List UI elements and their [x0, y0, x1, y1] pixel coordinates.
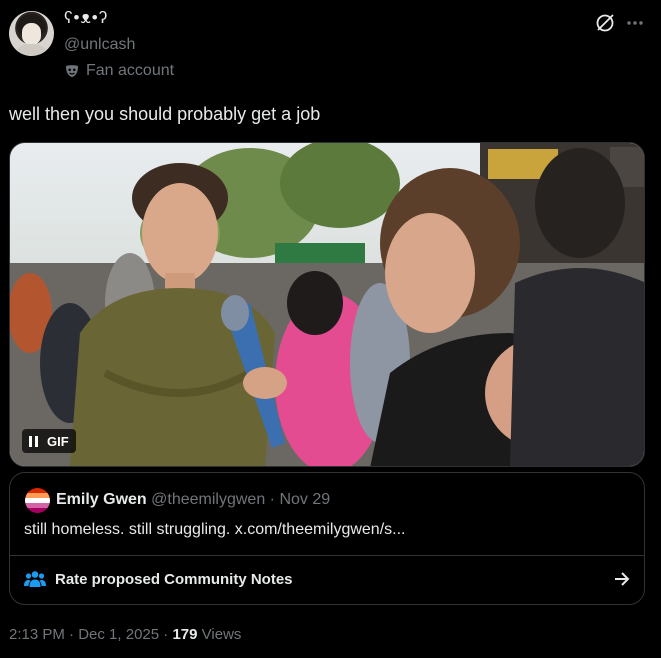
community-notes-button[interactable]: Rate proposed Community Notes [24, 569, 632, 589]
grok-icon[interactable] [594, 12, 616, 34]
author-display-name[interactable]: ʕ•ᴥ•ʔ [64, 8, 108, 28]
footer-separator: · [64, 626, 79, 643]
tweet-time[interactable]: 2:13 PM [9, 626, 65, 643]
gif-badge[interactable]: GIF [22, 429, 76, 453]
quote-author-name[interactable]: Emily Gwen [56, 491, 147, 508]
quote-separator: · [265, 491, 280, 508]
author-label: Fan account [64, 62, 174, 80]
tweet-media-gif[interactable]: GIF [9, 142, 645, 467]
quote-date[interactable]: Nov 29 [279, 491, 330, 508]
quote-header: Emily Gwen @theemilygwen · Nov 29 [56, 491, 330, 509]
quote-text: still homeless. still struggling. x.com/… [24, 521, 406, 538]
gif-frame [10, 143, 644, 466]
views-count: 179 [172, 626, 198, 643]
community-people-icon [24, 571, 46, 587]
quote-author-avatar[interactable] [25, 488, 50, 513]
author-handle[interactable]: @unlcash [64, 36, 135, 54]
tweet-footer: 2:13 PM · Dec 1, 2025 · 179 Views [9, 626, 241, 643]
pause-icon[interactable] [29, 435, 38, 447]
avatar-face [22, 23, 41, 45]
tweet-text: well then you should probably get a job [9, 104, 321, 124]
quote-divider [10, 555, 644, 556]
avatar-shirt [13, 44, 50, 56]
quote-tweet[interactable]: Emily Gwen @theemilygwen · Nov 29 still … [9, 472, 645, 605]
views-label: Views [201, 626, 242, 643]
mask-icon [66, 65, 78, 77]
arrow-right-icon[interactable] [612, 569, 632, 589]
author-avatar[interactable] [9, 11, 54, 56]
footer-separator-2: · [159, 626, 173, 643]
tweet-date[interactable]: Dec 1, 2025 [78, 626, 159, 643]
gif-label: GIF [47, 433, 69, 449]
more-icon[interactable] [624, 12, 646, 34]
community-notes-label: Rate proposed Community Notes [55, 570, 293, 588]
fan-account-label: Fan account [86, 62, 175, 79]
quote-author-handle[interactable]: @theemilygwen [151, 491, 265, 508]
